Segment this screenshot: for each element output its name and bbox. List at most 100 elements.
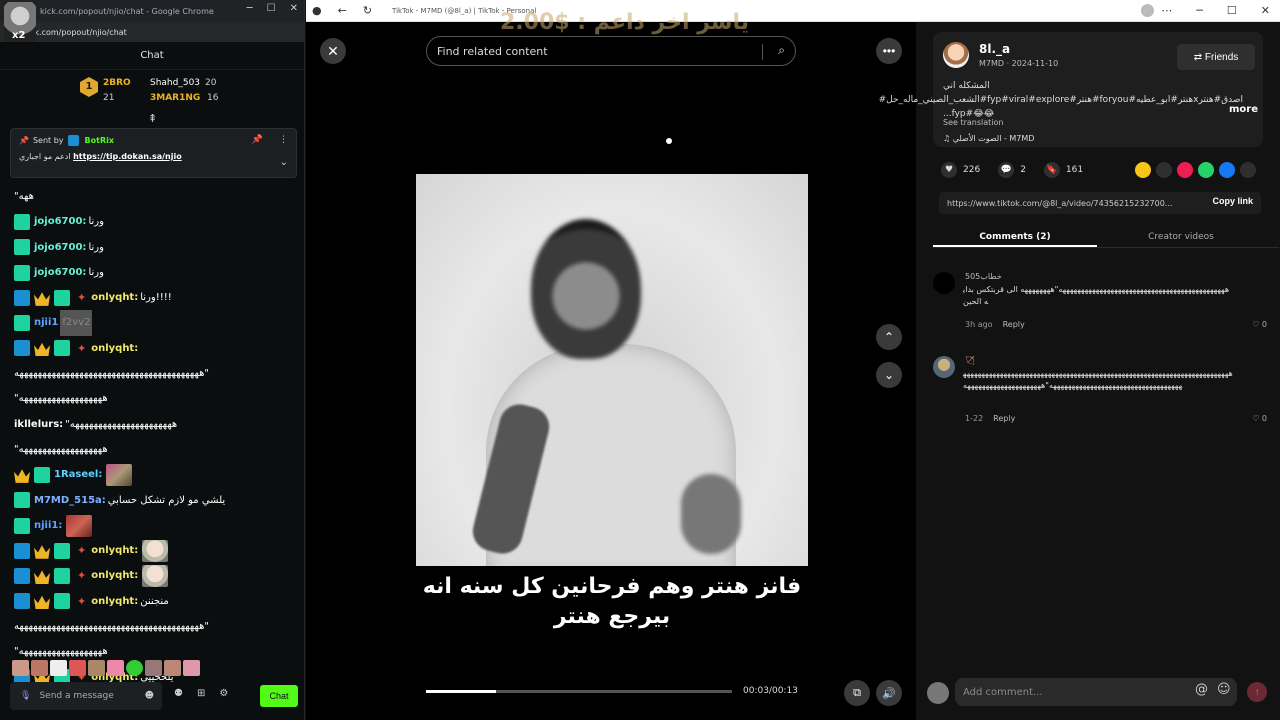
volume-button[interactable]: 🔊 [876,680,902,706]
message-username[interactable]: onlyqht: [91,538,138,563]
settings-gear-icon[interactable]: ⚙ [219,688,228,699]
emote-image[interactable] [12,660,29,676]
bot-name[interactable]: BotRix [85,136,114,145]
maximize-icon[interactable]: ☐ [1227,4,1237,17]
commenter-name[interactable]: خطاب505 [965,272,1002,281]
comment-text: هههههههههههههههههههههههههههههههههههههههه… [963,285,1230,306]
commenter-avatar[interactable] [933,272,955,294]
message-username[interactable]: jojo6700: [34,235,86,260]
friends-button[interactable]: ⇄ Friends [1177,44,1255,70]
subscriber-badge-icon [54,289,70,306]
emote-image[interactable] [88,660,105,676]
facebook-icon[interactable] [1219,162,1235,178]
share-arrow-icon[interactable] [1240,162,1256,178]
message-username[interactable]: onlyqht: [91,563,138,588]
copy-link-button[interactable]: Copy link [1212,196,1253,206]
emoji-picker-icon[interactable]: ☻ [145,691,154,701]
back-arrow-icon[interactable]: ← [338,4,347,17]
mention-icon[interactable]: @ [1195,682,1208,697]
tip-link[interactable]: https://tip.dokan.sa/njio [73,152,182,161]
message-username[interactable]: 1Raseel: [54,462,102,487]
bits-icon[interactable]: ⚉ [174,688,183,699]
emote-image[interactable] [126,660,143,676]
unpin-icon[interactable]: 📌 [252,135,263,145]
leader-third-name[interactable]: 3MAR1NG [150,93,200,103]
comment-like[interactable]: ♡ 0 [1252,320,1267,329]
message-text: منجننن [140,595,169,607]
message-username[interactable]: onlyqht: [91,589,138,614]
message-username[interactable]: njii1: [34,513,62,538]
crown-badge-icon [34,545,50,559]
reply-button[interactable]: Reply [1003,320,1025,329]
more-options-icon[interactable]: ⋮ [279,135,288,145]
leader-first-name[interactable]: 2BRO [103,78,131,88]
save-action[interactable]: 🔖 161 [1043,162,1083,178]
menu-dots-icon[interactable]: ⋯ [1161,4,1172,17]
collapse-handle-icon[interactable]: ⇞ [148,112,157,125]
message-username[interactable]: onlyqht: [91,285,138,310]
microphone-icon[interactable]: 🎙 [20,691,31,701]
comment-like[interactable]: ♡ 0 [1252,414,1267,423]
close-video-button[interactable]: ✕ [320,38,346,64]
message-username[interactable]: onlyqht: [91,336,138,361]
minimize-icon[interactable]: ─ [247,3,253,14]
address-bar[interactable]: ck.com/popout/njio/chat [0,22,304,42]
embed-icon[interactable] [1156,162,1172,178]
whatsapp-icon[interactable] [1198,162,1214,178]
post-comment-button[interactable]: ↑ [1247,682,1267,702]
like-action[interactable]: ♥ 226 [941,162,980,178]
message-username[interactable]: ikllelurs: [14,412,63,437]
more-link[interactable]: more [1229,104,1258,115]
reload-icon[interactable]: ↻ [363,4,372,17]
next-video-button[interactable]: ⌄ [876,362,902,388]
chat-message: njii1 f2vv2 [14,310,294,336]
floating-player-button[interactable]: ⧉ [844,680,870,706]
emote-image[interactable] [69,660,86,676]
author-avatar[interactable] [943,42,969,68]
search-input[interactable]: Find related content ⌕ [426,36,796,66]
message-username[interactable]: njii1 [34,310,58,335]
close-icon[interactable]: ✕ [1261,4,1270,17]
leader-second-name[interactable]: Shahd_503 [150,78,200,88]
previous-video-button[interactable]: ⌃ [876,324,902,350]
tab-comments[interactable]: Comments (2) [933,226,1097,247]
tab-creator-videos[interactable]: Creator videos [1099,226,1263,247]
crown-badge-icon [34,595,50,610]
message-username[interactable]: jojo6700: [34,209,86,234]
emoji-icon[interactable]: ☺ [1217,682,1231,697]
coins-icon[interactable] [1135,162,1151,178]
emote-image[interactable] [31,660,48,676]
commenter-avatar[interactable] [933,356,955,378]
comment-action[interactable]: 💬 2 [998,162,1026,178]
progress-bar[interactable] [426,690,732,693]
share-link-field[interactable]: https://www.tiktok.com/@8l_a/video/74356… [939,192,1261,214]
chevron-down-icon[interactable]: ⌄ [280,157,288,168]
sound-link[interactable]: ♫ الصوت الأصلي - M7MD [943,134,1034,143]
gift-icon[interactable]: ⊞ [197,688,205,699]
emote-image[interactable] [145,660,162,676]
repost-icon[interactable] [1177,162,1193,178]
emote-image[interactable] [107,660,124,676]
emote-image[interactable] [183,660,200,676]
emote-image[interactable] [50,660,67,676]
minimize-icon[interactable]: ─ [1196,4,1203,17]
profile-avatar-icon[interactable] [1141,4,1154,17]
maximize-icon[interactable]: ☐ [267,3,276,14]
window-title: kick.com/popout/njio/chat - Google Chrom… [40,6,214,16]
video-frame[interactable] [416,174,808,566]
bot-badge-icon [67,135,79,146]
comment-item: خطاب505 هههههههههههههههههههههههههههههههه… [933,272,1273,342]
send-chat-button[interactable]: Chat [260,685,298,707]
close-icon[interactable]: ✕ [290,3,298,14]
emote-image[interactable] [164,660,181,676]
commenter-name[interactable]: 🏹 [965,356,975,365]
more-options-button[interactable]: ••• [876,38,902,64]
message-text: ورنا [88,216,104,228]
reply-button[interactable]: Reply [993,414,1015,423]
see-translation-link[interactable]: See translation [943,118,1003,127]
author-username[interactable]: 8l._a [979,42,1010,56]
message-composer[interactable]: 🎙 Send a message ☻ [10,682,162,710]
search-icon[interactable]: ⌕ [778,43,785,58]
message-username[interactable]: M7MD_515a: [34,488,106,513]
message-username[interactable]: jojo6700: [34,260,86,285]
